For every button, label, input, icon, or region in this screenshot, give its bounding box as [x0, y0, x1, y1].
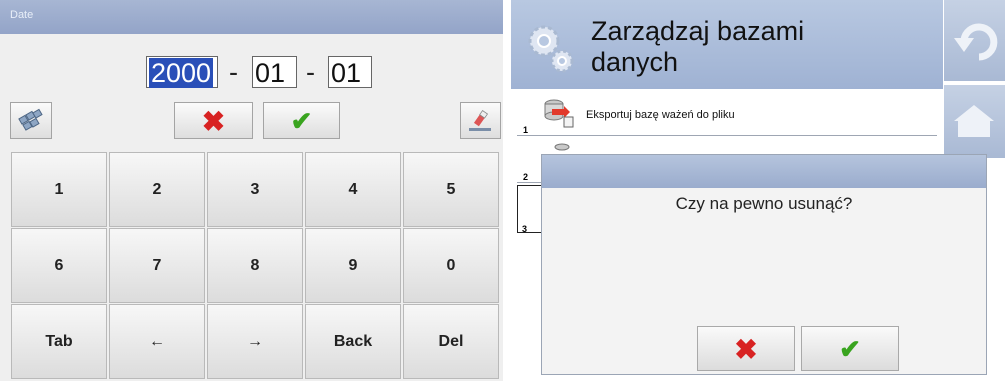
title-line-2: danych: [591, 47, 679, 77]
key-4[interactable]: 4: [305, 152, 401, 227]
key-label: 3: [250, 180, 260, 198]
confirm-button[interactable]: ✔: [263, 102, 340, 139]
date-input-row: 2000 - 01 - 01: [0, 56, 503, 92]
key-label: 6: [54, 256, 64, 274]
key-back[interactable]: Back: [305, 304, 401, 379]
home-button[interactable]: [944, 85, 1005, 158]
date-separator: -: [229, 57, 238, 87]
date-keypad-panel: Date 2000 - 01 - 01 ✖ ✔ 1 2 3 4 5 6 7 8 …: [0, 0, 503, 381]
home-icon: [954, 105, 994, 137]
month-field[interactable]: 01: [252, 56, 297, 88]
day-field[interactable]: 01: [328, 56, 372, 88]
key-3[interactable]: 3: [207, 152, 303, 227]
dialog-cancel-button[interactable]: ✖: [697, 326, 795, 371]
key-label: 7: [152, 256, 162, 274]
export-database-icon: [544, 99, 574, 128]
keypad-title: Date: [10, 9, 34, 21]
key-tab[interactable]: Tab: [11, 304, 107, 379]
key-label: Tab: [45, 332, 73, 350]
screen-title: Zarządzaj bazami danych: [591, 16, 891, 78]
cross-icon: ✖: [201, 106, 226, 137]
month-value: 01: [255, 58, 286, 88]
keypad-title-bar: Date: [0, 0, 503, 34]
key-1[interactable]: 1: [11, 152, 107, 227]
keypad-grid: 1 2 3 4 5 6 7 8 9 0 Tab ← → Back Del: [11, 152, 500, 380]
list-item[interactable]: 1 Eksportuj bazę ważeń do pliku: [517, 89, 937, 136]
key-right-arrow[interactable]: →: [207, 304, 303, 379]
undo-button[interactable]: [944, 0, 1005, 81]
key-0[interactable]: 0: [403, 228, 499, 303]
checkmark-icon: ✔: [290, 106, 313, 136]
key-label: 0: [446, 256, 456, 274]
key-label: 5: [446, 180, 456, 198]
key-label: ←: [149, 332, 165, 350]
key-7[interactable]: 7: [109, 228, 205, 303]
key-label: Del: [438, 332, 464, 350]
eraser-icon: [469, 109, 491, 131]
dialog-message: Czy na pewno usunąć?: [675, 194, 853, 213]
year-value: 2000: [149, 58, 214, 88]
confirm-delete-dialog: Czy na pewno usunąć? ✖ ✔: [541, 154, 987, 375]
screen-header: Zarządzaj bazami danych: [511, 0, 943, 89]
cross-icon: ✖: [734, 334, 758, 365]
title-line-1: Zarządzaj bazami: [591, 16, 805, 46]
key-label: 8: [250, 256, 260, 274]
key-label: 1: [54, 180, 64, 198]
year-field[interactable]: 2000: [146, 56, 218, 88]
key-del[interactable]: Del: [403, 304, 499, 379]
key-6[interactable]: 6: [11, 228, 107, 303]
key-2[interactable]: 2: [109, 152, 205, 227]
key-label: →: [247, 332, 263, 350]
keyboard-layout-button[interactable]: [10, 102, 52, 139]
gears-icon: [528, 25, 574, 73]
key-label: Back: [333, 332, 373, 350]
date-separator: -: [306, 57, 315, 87]
cancel-button[interactable]: ✖: [174, 102, 253, 139]
checkmark-icon: ✔: [839, 334, 861, 364]
dialog-confirm-button[interactable]: ✔: [801, 326, 899, 371]
clear-button[interactable]: [460, 102, 501, 139]
key-label: 4: [348, 180, 358, 198]
key-9[interactable]: 9: [305, 228, 401, 303]
list-item-number: 2: [523, 172, 529, 182]
key-label: 2: [152, 180, 162, 198]
list-item-number: 1: [523, 125, 529, 135]
list-item-label: Eksportuj bazę ważeń do pliku: [586, 109, 735, 121]
key-label: 9: [348, 256, 358, 274]
key-left-arrow[interactable]: ←: [109, 304, 205, 379]
list-item-number: 3: [522, 224, 528, 234]
key-5[interactable]: 5: [403, 152, 499, 227]
keyboard-layout-icon: [18, 108, 43, 131]
undo-arrow-icon: [954, 23, 998, 61]
key-8[interactable]: 8: [207, 228, 303, 303]
dialog-title-bar: [542, 155, 986, 188]
day-value: 01: [331, 58, 362, 88]
